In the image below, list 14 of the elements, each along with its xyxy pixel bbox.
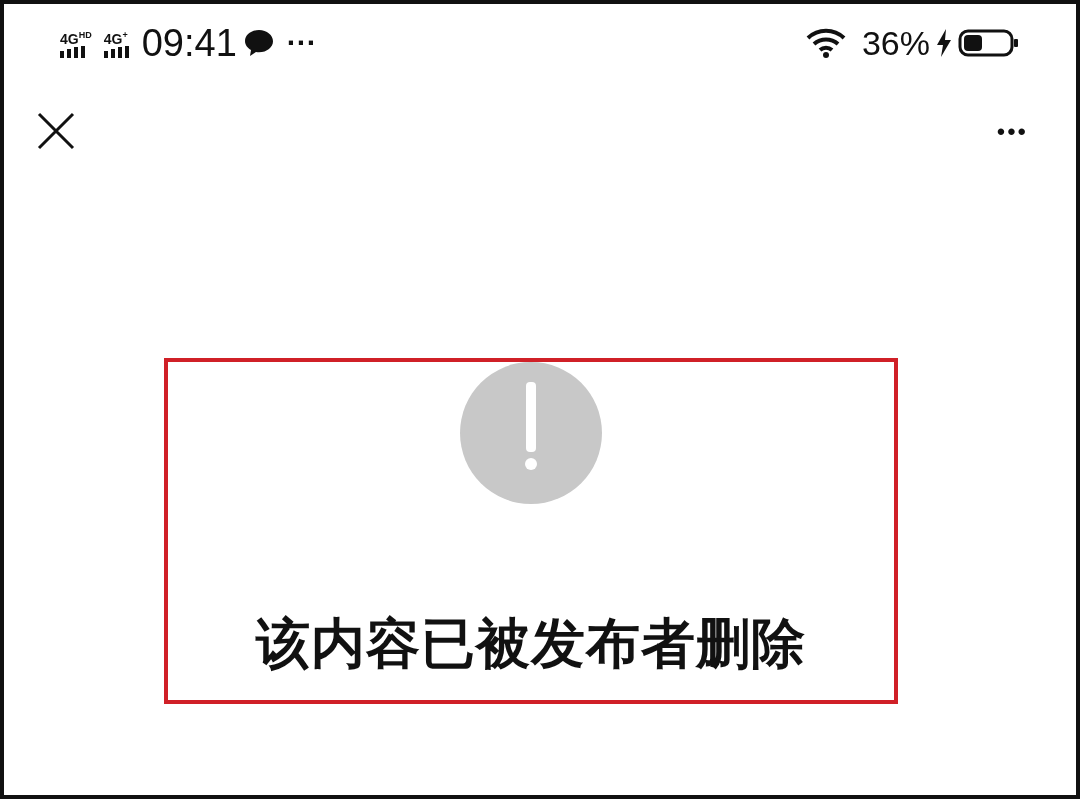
network-label: 4G$^{HD}$	[60, 29, 92, 46]
more-button[interactable]: •••	[996, 118, 1028, 146]
signal-icon	[103, 45, 130, 58]
clock-time: 09:41	[141, 21, 237, 65]
battery-percentage: 36%	[861, 23, 930, 63]
network-label: 4G$^{+}$	[103, 29, 128, 46]
close-button[interactable]	[36, 112, 76, 152]
deleted-content-message: 该内容已被发布者删除	[256, 612, 806, 675]
battery-icon	[958, 29, 1020, 57]
more-notifications-indicator: ···	[286, 26, 317, 60]
signal-icon	[60, 45, 86, 58]
wifi-icon	[805, 28, 846, 58]
exclamation-icon	[460, 362, 602, 504]
chat-bubble-icon	[242, 28, 275, 58]
